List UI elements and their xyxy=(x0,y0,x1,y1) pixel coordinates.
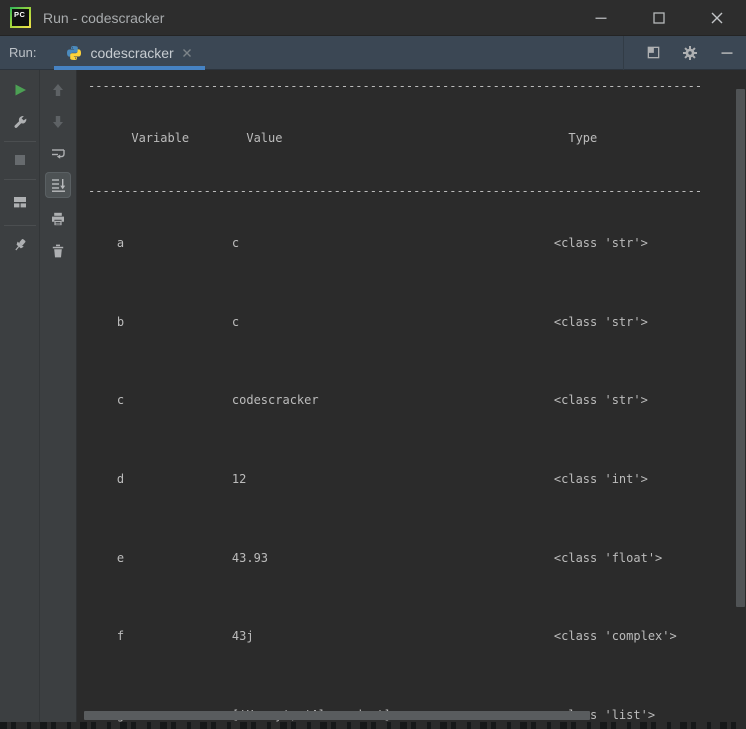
console-row: g['Henry', 'Alexander']<class 'list'> xyxy=(88,676,746,729)
console-row: c codescracker <class 'str'> xyxy=(88,361,746,440)
column-header-value: Value xyxy=(246,131,283,146)
toolbar-separator xyxy=(3,225,36,226)
restore-layout-button[interactable] xyxy=(7,189,33,215)
rerun-button[interactable] xyxy=(7,77,33,103)
console-cell-type: <class 'str'> xyxy=(553,236,648,251)
console-cell-value: 43j xyxy=(231,629,254,644)
toolbar-separator xyxy=(3,141,36,142)
stop-icon xyxy=(14,155,25,165)
window-titlebar: PC Run - codescracker xyxy=(0,0,746,36)
run-toolbar xyxy=(0,70,77,729)
hide-panel-icon xyxy=(721,51,733,54)
soft-wrap-icon xyxy=(52,149,65,159)
soft-wrap-button[interactable] xyxy=(45,141,71,167)
run-icon xyxy=(15,84,26,96)
console-cell-type: <class 'float'> xyxy=(553,550,663,565)
pin-tab-button[interactable] xyxy=(7,232,33,258)
maximize-icon xyxy=(653,11,665,24)
console-row: d 12 <class 'int'> xyxy=(88,440,746,519)
console-divider: ----------------------------------------… xyxy=(88,79,703,93)
clipped-bottom-line xyxy=(0,722,746,729)
console-cell-value: c xyxy=(231,314,240,329)
float-window-icon xyxy=(647,46,659,59)
window-controls xyxy=(572,0,746,36)
console-cell-type: <class 'str'> xyxy=(553,393,648,408)
console-cell-type: <class 'int'> xyxy=(553,472,648,487)
column-header-variable: Variable xyxy=(131,131,190,146)
console-row: b c <class 'str'> xyxy=(88,283,746,362)
console-cell-value: c xyxy=(231,236,240,251)
window-title: Run - codescracker xyxy=(43,9,165,26)
run-panel-label: Run: xyxy=(9,45,37,60)
python-logo-icon xyxy=(67,45,82,60)
hide-panel-button[interactable] xyxy=(712,40,742,66)
tab-label: codescracker xyxy=(90,44,174,61)
run-console-output[interactable]: ----------------------------------------… xyxy=(77,70,746,729)
toolbar-secondary xyxy=(40,70,76,729)
toolbar-primary xyxy=(0,70,40,729)
console-row: a c <class 'str'> xyxy=(88,204,746,283)
console-row: f 43j <class 'complex'> xyxy=(88,597,746,676)
scroll-to-end-icon xyxy=(52,179,66,192)
toolbar-separator xyxy=(3,179,36,180)
console-cell-variable: f xyxy=(116,629,125,644)
scroll-to-end-button[interactable] xyxy=(45,172,71,198)
window-minimize-button[interactable] xyxy=(572,0,630,36)
modify-run-configuration-button[interactable] xyxy=(7,109,33,135)
column-header-type: Type xyxy=(568,131,598,146)
up-stack-trace-button[interactable] xyxy=(45,77,71,103)
console-cell-variable: b xyxy=(116,314,125,329)
clear-all-button[interactable] xyxy=(45,238,71,264)
console-cell-variable: d xyxy=(116,472,125,487)
restore-layout-icon xyxy=(13,197,26,208)
console-row: e 43.93 <class 'float'> xyxy=(88,518,746,597)
down-arrow-icon xyxy=(53,116,63,128)
float-window-button[interactable] xyxy=(638,40,668,66)
minimize-icon xyxy=(595,17,607,19)
console-cell-type: <class 'complex'> xyxy=(553,629,677,644)
stop-button[interactable] xyxy=(7,147,33,173)
run-tool-window-header: Run: codescracker xyxy=(0,35,746,70)
console-cell-value: 43.93 xyxy=(231,550,269,565)
console-cell-value: codescracker xyxy=(231,393,319,408)
close-icon xyxy=(711,12,723,23)
console-cell-variable: e xyxy=(116,550,125,565)
console-cell-variable: a xyxy=(116,236,125,251)
console-cell-value: 12 xyxy=(231,472,247,487)
window-maximize-button[interactable] xyxy=(630,0,688,36)
vertical-scrollbar-thumb[interactable] xyxy=(736,89,745,607)
horizontal-scrollbar-thumb[interactable] xyxy=(84,711,590,720)
tab-close-icon[interactable] xyxy=(182,48,192,58)
console-rows: a c <class 'str'> b c <class 'str'> c codescr… xyxy=(88,204,746,729)
settings-gear-icon xyxy=(683,45,697,60)
print-button[interactable] xyxy=(45,206,71,232)
window-close-button[interactable] xyxy=(688,0,746,36)
trash-icon xyxy=(52,244,64,258)
pin-icon xyxy=(14,239,25,251)
console-cell-variable: c xyxy=(116,393,125,408)
printer-icon xyxy=(52,212,64,226)
tab-codescracker[interactable]: codescracker xyxy=(54,36,205,70)
console-divider: ----------------------------------------… xyxy=(88,183,703,198)
pycharm-badge-text: PC xyxy=(14,10,26,19)
console-header-row: Variable Value Type xyxy=(88,99,746,178)
run-tool-window: ----------------------------------------… xyxy=(0,70,746,729)
console-cell-type: <class 'str'> xyxy=(553,314,648,329)
pycharm-logo-icon[interactable]: PC xyxy=(10,7,31,28)
settings-button[interactable] xyxy=(675,40,705,66)
active-tab-underline xyxy=(54,65,205,70)
runbar-actions xyxy=(623,35,746,70)
wrench-icon xyxy=(14,116,26,128)
down-stack-trace-button[interactable] xyxy=(45,109,71,135)
up-arrow-icon xyxy=(53,84,63,96)
